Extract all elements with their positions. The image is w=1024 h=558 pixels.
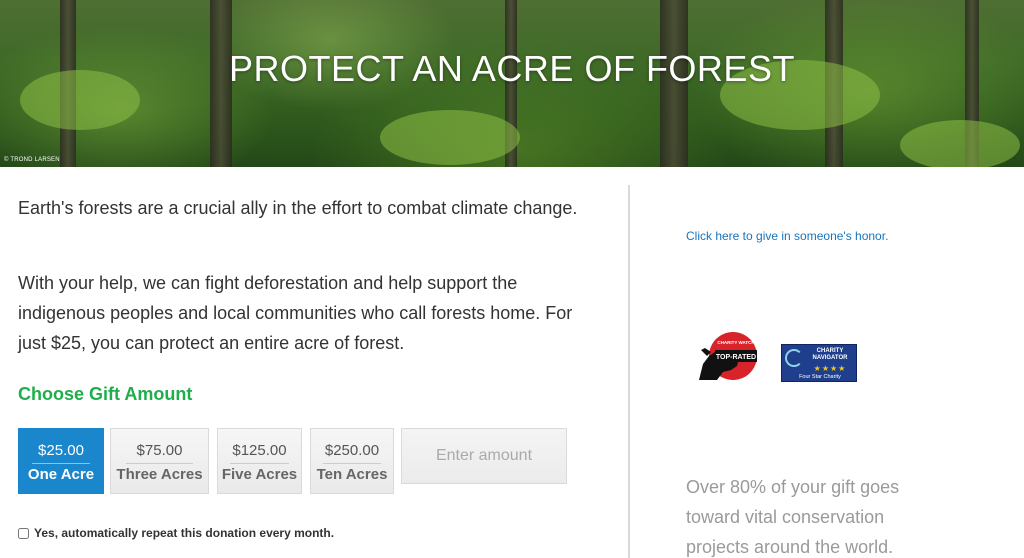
gift-option-label: One Acre: [27, 466, 95, 483]
repeat-donation-label: Yes, automatically repeat this donation …: [34, 526, 335, 540]
charity-navigator-badge: CHARITY NAVIGATOR ★★★★ Four Star Charity: [781, 344, 857, 382]
gift-option-amount: $25.00: [38, 442, 84, 459]
repeat-donation-option[interactable]: Yes, automatically repeat this donation …: [18, 526, 334, 540]
gift-option-divider: [323, 463, 381, 464]
page-title: PROTECT AN ACRE OF FOREST: [229, 48, 795, 89]
charity-navigator-logo-icon: [785, 349, 803, 367]
repeat-donation-checkbox[interactable]: [18, 527, 29, 539]
column-divider: [628, 185, 630, 558]
gift-option-amount: $125.00: [232, 442, 287, 459]
gift-option-divider: [230, 463, 289, 464]
charity-navigator-title: CHARITY NAVIGATOR: [812, 348, 848, 361]
foliage: [900, 120, 1020, 167]
gift-option-divider: [31, 463, 91, 464]
choose-gift-heading: Choose Gift Amount: [18, 384, 193, 404]
gift-option-amount: $75.00: [136, 442, 183, 459]
hero-banner: PROTECT AN ACRE OF FOREST © TROND LARSEN: [0, 0, 1024, 167]
intro-paragraph-2: With your help, we can fight deforestati…: [18, 273, 573, 353]
honor-gift-link[interactable]: Click here to give in someone's honor.: [686, 229, 888, 243]
star-rating-icon: ★★★★: [813, 364, 847, 373]
gift-option-label: Five Acres: [221, 466, 298, 483]
custom-amount-input[interactable]: [401, 428, 567, 484]
foliage: [380, 110, 520, 165]
charity-watch-main-text: TOP-RATED: [716, 354, 756, 361]
photo-credit: © TROND LARSEN: [4, 157, 60, 163]
gift-option-one-acre[interactable]: $25.00 One Acre: [18, 428, 104, 494]
gift-option-three-acres[interactable]: $75.00 Three Acres: [110, 428, 209, 494]
gift-option-label: Three Acres: [116, 466, 203, 483]
gift-option-five-acres[interactable]: $125.00 Five Acres: [217, 428, 302, 494]
intro-paragraph-1: Earth's forests are a crucial ally in th…: [18, 198, 578, 218]
charity-navigator-subtitle: Four Star Charity: [799, 374, 841, 380]
charity-watch-badge: CHARITY WATCH TOP-RATED: [699, 332, 757, 380]
charity-watch-top-text: CHARITY WATCH: [717, 340, 754, 345]
gift-option-divider: [125, 463, 194, 464]
gift-option-amount: $250.00: [324, 442, 380, 459]
gift-impact-note: Over 80% of your gift goes toward vital …: [686, 477, 900, 557]
gift-option-ten-acres[interactable]: $250.00 Ten Acres: [310, 428, 394, 494]
gift-option-label: Ten Acres: [316, 466, 388, 483]
